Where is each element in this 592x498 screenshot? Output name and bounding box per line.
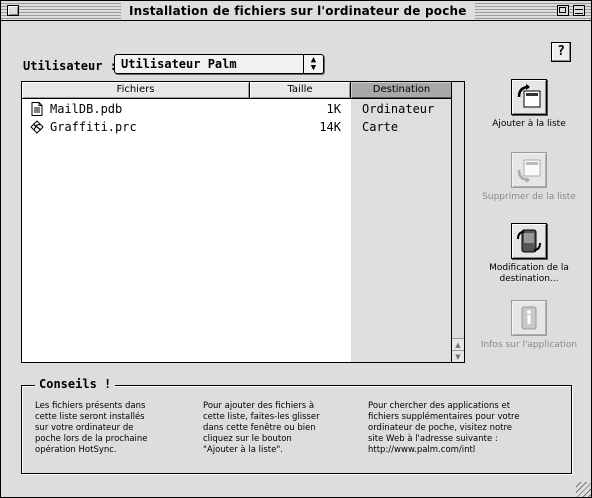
add-to-list-icon: [511, 79, 547, 115]
table-row[interactable]: Graffiti.prc 14K Carte: [22, 118, 452, 136]
file-name: MailDB.pdb: [50, 102, 123, 116]
title-bar[interactable]: Installation de fichiers sur l'ordinateu…: [1, 1, 591, 21]
app-info-button[interactable]: Infos sur l'application: [469, 300, 589, 351]
add-to-list-button[interactable]: Ajouter à la liste: [469, 79, 589, 130]
remove-from-list-label: Supprimer de la liste: [482, 192, 576, 202]
file-size: 14K: [319, 120, 341, 134]
sorted-column-band: [351, 99, 452, 362]
close-box[interactable]: [7, 5, 19, 16]
info-icon: [511, 300, 547, 336]
column-header-files[interactable]: Fichiers: [22, 82, 250, 98]
column-header-size[interactable]: Taille: [250, 82, 351, 98]
scroll-up-arrow-icon[interactable]: ▲: [452, 338, 464, 350]
remove-from-list-button[interactable]: Supprimer de la liste: [469, 152, 589, 203]
file-size: 1K: [326, 102, 341, 116]
database-file-icon: [30, 102, 44, 116]
table-row[interactable]: MailDB.pdb 1K Ordinateur: [22, 100, 452, 118]
tips-title: Conseils !: [35, 377, 116, 391]
column-header-destination[interactable]: Destination: [351, 82, 452, 98]
tip-text: Les fichiers présents dans cette liste s…: [35, 401, 148, 455]
remove-from-list-icon: [511, 152, 547, 188]
collapse-box[interactable]: [573, 5, 585, 16]
tip-text: Pour ajouter des fichiers à cette liste,…: [203, 401, 320, 455]
install-window: Installation de fichiers sur l'ordinateu…: [0, 0, 592, 498]
help-button[interactable]: ?: [551, 42, 571, 62]
list-header: Fichiers Taille Destination: [22, 82, 452, 99]
vertical-scrollbar[interactable]: ▲ ▼: [451, 82, 464, 362]
file-destination: Ordinateur: [362, 102, 435, 116]
resize-handle[interactable]: [576, 482, 591, 497]
change-destination-button[interactable]: Modification de la destination...: [469, 223, 589, 285]
file-list[interactable]: Fichiers Taille Destination MailDB.pdb 1…: [21, 81, 465, 363]
file-destination: Carte: [362, 120, 399, 134]
change-destination-label: Modification de la destination...: [489, 263, 569, 284]
updown-arrows-icon: ▲ ▼: [303, 55, 323, 73]
tip-text: Pour chercher des applications et fichie…: [368, 401, 520, 455]
window-title: Installation de fichiers sur l'ordinateu…: [121, 3, 475, 19]
file-rows: MailDB.pdb 1K Ordinateur Graffiti.prc 14…: [22, 100, 452, 136]
graffiti-app-icon: [30, 120, 44, 134]
zoom-box[interactable]: [557, 5, 569, 16]
user-select[interactable]: Utilisateur Palm ▲ ▼: [114, 54, 324, 74]
change-destination-icon: [511, 223, 547, 259]
user-label: Utilisateur :: [23, 59, 117, 73]
app-info-label: Infos sur l'application: [480, 340, 578, 350]
add-to-list-label: Ajouter à la liste: [492, 119, 566, 129]
file-name: Graffiti.prc: [50, 120, 137, 134]
scroll-down-arrow-icon[interactable]: ▼: [452, 350, 464, 362]
user-select-value: Utilisateur Palm: [121, 57, 237, 71]
